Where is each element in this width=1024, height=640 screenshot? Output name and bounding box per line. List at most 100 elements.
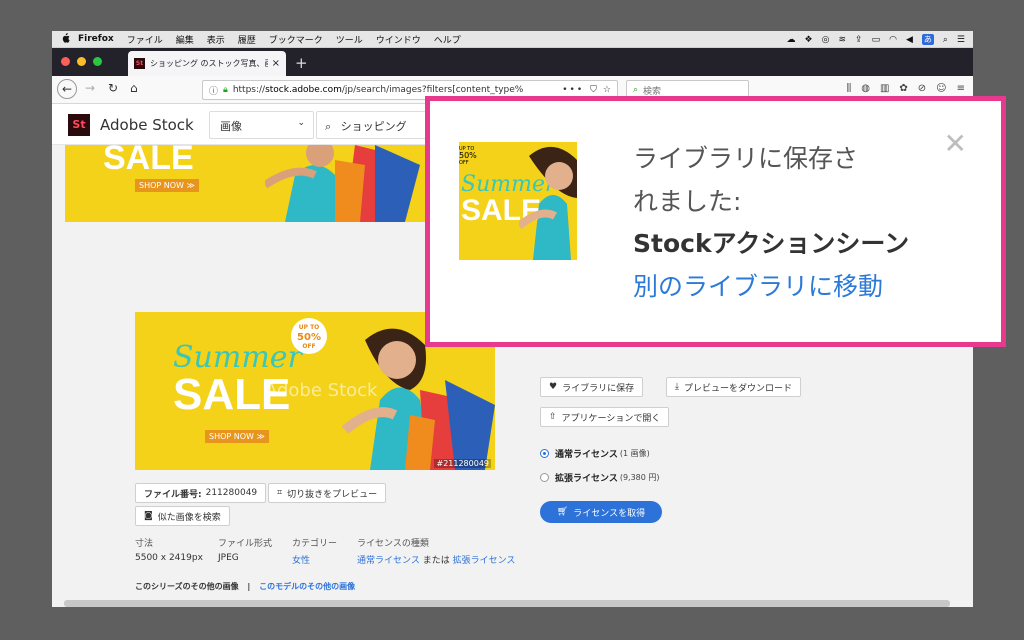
network-icon[interactable]: ≋	[838, 35, 846, 45]
url-scheme: https://	[232, 85, 266, 95]
meta-category-link[interactable]: 女性	[292, 556, 310, 566]
extended-license-radio[interactable]: 拡張ライセンス (9,380 円)	[540, 471, 660, 484]
crop-preview-button[interactable]: ⌗ 切り抜きをプレビュー	[268, 483, 387, 503]
menu-app-name[interactable]: Firefox	[78, 34, 114, 44]
display-icon[interactable]: ▭	[872, 35, 881, 45]
popup-badge-percent: 50%	[459, 151, 477, 160]
menu-view[interactable]: 表示	[207, 33, 225, 46]
bookmark-star-icon[interactable]: ☆	[603, 85, 611, 95]
menu-window[interactable]: ウインドウ	[376, 33, 421, 46]
input-method-icon[interactable]: あ	[921, 34, 934, 45]
meta-license-extended-link[interactable]: 拡張ライセンス	[453, 556, 516, 566]
menu-history[interactable]: 履歴	[238, 33, 256, 46]
discount-badge: UP TO 50% OFF	[291, 318, 327, 354]
popup-thumb-badge: UP TO 50% OFF	[459, 142, 485, 168]
stock-search-input[interactable]: ⌕ ショッピング	[316, 111, 436, 139]
menu-icon[interactable]: ≡	[957, 83, 965, 94]
page-actions-icon[interactable]: •••	[562, 85, 584, 95]
popup-message-line2: れました:	[633, 187, 742, 216]
info-icon[interactable]: ⓘ	[209, 84, 218, 97]
menu-edit[interactable]: 編集	[176, 33, 194, 46]
meta-format-value: JPEG	[218, 553, 239, 563]
meta-license-label: ライセンスの種類	[357, 539, 429, 549]
new-tab-button[interactable]: +	[295, 54, 308, 72]
menu-bookmarks[interactable]: ブックマーク	[269, 33, 323, 46]
upload-icon[interactable]: ⇪	[855, 35, 863, 45]
window-controls	[61, 57, 102, 66]
model-link[interactable]: このモデルのその他の画像	[259, 582, 355, 591]
standard-license-radio[interactable]: 通常ライセンス (1 画像)	[540, 447, 650, 460]
stock-search-value: ショッピング	[340, 120, 407, 133]
cart-icon: 🛒︎	[556, 507, 569, 517]
pocket-icon[interactable]: ⛉	[590, 85, 597, 95]
minimize-window-button[interactable]	[77, 57, 86, 66]
extension-icon[interactable]: ◍	[861, 83, 870, 94]
share-icon: ⇧	[549, 412, 557, 422]
meta-category: カテゴリー 女性	[292, 536, 337, 566]
lock-icon[interactable]: 🔒︎	[223, 85, 228, 95]
horizontal-scrollbar[interactable]	[64, 600, 950, 607]
badge-percent: 50%	[297, 332, 321, 343]
library-icon[interactable]: ⫼	[847, 83, 852, 94]
tab-adobe-stock[interactable]: St ショッピング のストック写真、画 ×	[128, 51, 286, 76]
top-banner-shop-now: SHOP NOW ≫	[135, 179, 199, 192]
file-number-value: 211280049	[205, 488, 258, 498]
series-link[interactable]: このシリーズのその他の画像	[135, 582, 239, 591]
move-library-link[interactable]: 別のライブラリに移動	[633, 267, 883, 303]
menu-help[interactable]: ヘルプ	[434, 33, 461, 46]
apple-icon[interactable]	[52, 32, 78, 46]
addon-icon[interactable]: ✿	[899, 83, 907, 94]
open-app-button[interactable]: ⇧ アプリケーションで開く	[540, 407, 670, 427]
watermark-text: Adobe Stock	[265, 380, 378, 401]
spotlight-search-icon[interactable]: ⌕	[943, 35, 948, 45]
mac-menubar: Firefox ファイル 編集 表示 履歴 ブックマーク ツール ウインドウ ヘ…	[52, 31, 973, 48]
get-license-button[interactable]: 🛒︎ ライセンスを取得	[540, 501, 662, 523]
close-tab-icon[interactable]: ×	[272, 58, 280, 69]
search-icon: ⌕	[633, 85, 639, 95]
menu-file[interactable]: ファイル	[127, 33, 163, 46]
zoom-window-button[interactable]	[93, 57, 102, 66]
back-button[interactable]: ←	[57, 79, 77, 99]
volume-icon[interactable]: ◀	[906, 35, 913, 45]
url-host: stock.adobe.com	[265, 85, 342, 95]
adobe-stock-brand[interactable]: Adobe Stock	[100, 116, 194, 134]
crop-preview-label: 切り抜きをプレビュー	[287, 489, 378, 500]
save-library-label: ライブラリに保存	[562, 383, 635, 394]
search-placeholder: 検索	[643, 86, 662, 97]
sidebar-icon[interactable]: ▥	[880, 83, 889, 94]
meta-format: ファイル形式 JPEG	[218, 536, 272, 563]
saved-to-library-popup: Summer SALE UP TO 50% OFF ライブラリに保存さ れました…	[425, 96, 1006, 347]
meta-size-value: 5500 x 2419px	[135, 553, 203, 563]
heart-icon: ♥	[549, 382, 558, 392]
close-icon[interactable]: ✕	[944, 127, 967, 160]
search-icon: ⌕	[325, 120, 332, 133]
radio-selected-icon	[540, 449, 549, 458]
dropbox-icon[interactable]: ❖	[805, 35, 813, 45]
open-app-label: アプリケーションで開く	[561, 413, 661, 424]
creative-cloud-icon[interactable]: ☁	[787, 35, 796, 45]
preview-download-button[interactable]: ⤓ プレビューをダウンロード	[666, 377, 801, 397]
top-banner-image[interactable]: SALE SHOP NOW ≫	[65, 145, 425, 222]
top-banner-woman	[265, 145, 420, 222]
similar-search-button[interactable]: ◙ 似た画像を検索	[135, 506, 230, 526]
extended-license-sub: (9,380 円)	[619, 473, 660, 482]
wifi-icon[interactable]: ◠	[889, 35, 897, 45]
reload-button[interactable]: ↻	[108, 81, 118, 95]
forward-button[interactable]: →	[85, 81, 95, 95]
adblock-icon[interactable]: ⊘	[918, 83, 926, 94]
menu-tools[interactable]: ツール	[336, 33, 363, 46]
file-number-label: ファイル番号:	[144, 489, 202, 500]
category-select[interactable]: 画像 ⌄	[209, 111, 314, 139]
meta-license-standard-link[interactable]: 通常ライセンス	[357, 556, 420, 566]
url-text[interactable]: https://stock.adobe.com/jp/search/images…	[233, 85, 556, 95]
close-window-button[interactable]	[61, 57, 70, 66]
badge-line1: UP TO	[298, 324, 320, 331]
home-button[interactable]: ⌂	[130, 81, 138, 95]
save-library-button[interactable]: ♥ ライブラリに保存	[540, 377, 644, 397]
notification-center-icon[interactable]: ☰	[957, 35, 965, 45]
sync-icon[interactable]: ◎	[822, 35, 830, 45]
account-icon[interactable]: ☺	[936, 83, 946, 94]
adobe-stock-logo[interactable]: St	[68, 114, 90, 136]
tab-title: ショッピング のストック写真、画	[150, 59, 268, 68]
meta-license-or: または	[422, 556, 450, 566]
